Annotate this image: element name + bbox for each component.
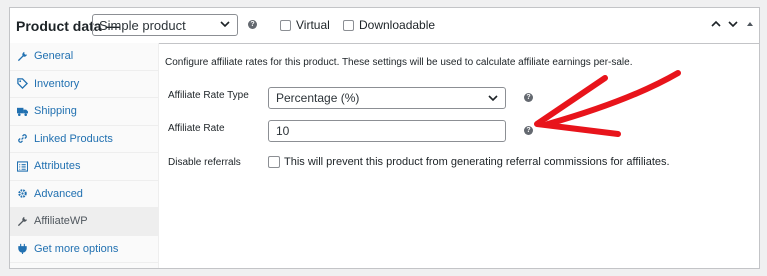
- virtual-checkbox[interactable]: [280, 19, 291, 31]
- tab-label: Linked Products: [34, 132, 113, 145]
- link-icon: [18, 134, 27, 144]
- tab-label: Attributes: [34, 160, 81, 173]
- disable-referrals-text: This will prevent this product from gene…: [284, 156, 670, 168]
- product-data-tabs: General Inventory Shipping Linked Produc…: [10, 43, 159, 268]
- tab-get-more-options[interactable]: Get more options: [10, 236, 158, 263]
- rate-type-value: Percentage (%): [276, 91, 360, 105]
- downloadable-label: Downloadable: [359, 18, 436, 32]
- panel-header: Product data — Simple product ? Virtual …: [10, 8, 759, 44]
- list-icon: [17, 161, 28, 172]
- plugin-icon: [18, 244, 27, 255]
- tab-affiliatewp[interactable]: AffiliateWP: [10, 208, 158, 236]
- rate-type-select[interactable]: Percentage (%): [268, 87, 506, 109]
- tab-inventory[interactable]: Inventory: [10, 71, 158, 98]
- disable-referrals-label: Disable referrals: [168, 157, 241, 168]
- product-data-panel: Product data — Simple product ? Virtual …: [9, 7, 760, 269]
- tab-advanced[interactable]: Advanced: [10, 181, 158, 208]
- chevron-down-icon[interactable]: [727, 18, 739, 30]
- help-icon[interactable]: ?: [248, 20, 257, 29]
- rate-type-label: Affiliate Rate Type: [168, 90, 249, 101]
- tab-attributes[interactable]: Attributes: [10, 153, 158, 181]
- virtual-option[interactable]: Virtual: [280, 18, 330, 32]
- downloadable-option[interactable]: Downloadable: [343, 18, 435, 32]
- chevron-down-icon: [220, 21, 230, 28]
- wrench-icon: [17, 51, 28, 61]
- help-icon[interactable]: ?: [524, 126, 533, 135]
- chevron-down-icon: [488, 95, 498, 102]
- rate-input[interactable]: 10: [268, 120, 506, 142]
- gear-icon: [18, 189, 27, 198]
- product-type-select[interactable]: Simple product: [92, 14, 238, 36]
- truck-icon: [17, 107, 28, 116]
- disable-referrals-checkbox[interactable]: [268, 156, 280, 168]
- tab-linked-products[interactable]: Linked Products: [10, 126, 158, 153]
- chevron-up-icon[interactable]: [710, 18, 722, 30]
- rate-value: 10: [276, 124, 290, 138]
- downloadable-checkbox[interactable]: [343, 19, 354, 31]
- affiliatewp-settings: Configure affiliate rates for this produ…: [159, 43, 759, 268]
- tab-label: Shipping: [34, 105, 77, 118]
- tab-general[interactable]: General: [10, 43, 158, 71]
- rate-label: Affiliate Rate: [168, 123, 225, 134]
- tag-icon: [17, 78, 28, 90]
- tab-label: Get more options: [34, 242, 119, 255]
- tab-label: General: [34, 50, 74, 63]
- tab-label: Advanced: [34, 187, 83, 200]
- tab-label: Inventory: [34, 77, 80, 90]
- help-icon[interactable]: ?: [524, 93, 533, 102]
- tab-label: AffiliateWP: [34, 215, 88, 228]
- virtual-label: Virtual: [296, 18, 330, 32]
- wrench-icon: [17, 216, 28, 226]
- product-type-value: Simple product: [99, 18, 186, 33]
- toggle-panel-icon[interactable]: [744, 18, 756, 30]
- tab-shipping[interactable]: Shipping: [10, 98, 158, 126]
- intro-text: Configure affiliate rates for this produ…: [165, 57, 633, 68]
